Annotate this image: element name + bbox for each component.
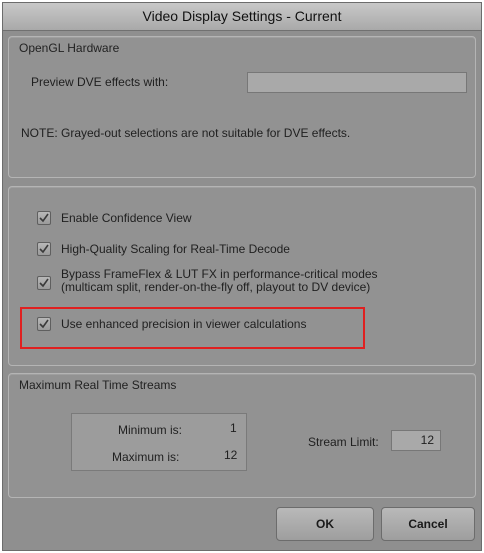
minimum-value: 1 (230, 421, 237, 435)
dve-note: NOTE: Grayed-out selections are not suit… (21, 126, 351, 140)
stream-limit-label: Stream Limit: (308, 435, 379, 449)
opengl-group-title: OpenGL Hardware (19, 41, 120, 55)
bypass-frameflex-sublabel: (multicam split, render-on-the-fly off, … (61, 280, 371, 294)
opengl-hardware-group: OpenGL Hardware Preview DVE effects with… (8, 36, 476, 178)
preview-dve-select[interactable] (247, 72, 467, 93)
high-quality-scaling-label: High-Quality Scaling for Real-Time Decod… (61, 242, 290, 256)
cancel-button[interactable]: Cancel (381, 507, 475, 541)
stream-limit-input[interactable]: 12 (391, 430, 441, 451)
streams-group-title: Maximum Real Time Streams (19, 378, 177, 392)
preview-dve-label: Preview DVE effects with: (31, 75, 169, 89)
highlight-box (20, 307, 365, 349)
checkmark-icon (39, 278, 49, 288)
checkmark-icon (39, 213, 49, 223)
checkmark-icon (39, 244, 49, 254)
maximum-label: Maximum is: (112, 450, 180, 464)
bypass-frameflex-checkbox[interactable] (37, 276, 51, 290)
window-title: Video Display Settings - Current (3, 3, 481, 31)
enable-confidence-view-checkbox[interactable] (37, 211, 51, 225)
high-quality-scaling-checkbox[interactable] (37, 242, 51, 256)
video-display-settings-dialog: Video Display Settings - Current OpenGL … (2, 2, 482, 551)
maximum-value: 12 (224, 448, 238, 462)
ok-button[interactable]: OK (276, 507, 374, 541)
stream-limit-value: 12 (420, 433, 434, 447)
enable-confidence-view-label: Enable Confidence View (61, 211, 192, 225)
minimum-label: Minimum is: (118, 423, 183, 437)
stream-range-readout: Minimum is: 1 Maximum is: 12 (71, 413, 247, 471)
